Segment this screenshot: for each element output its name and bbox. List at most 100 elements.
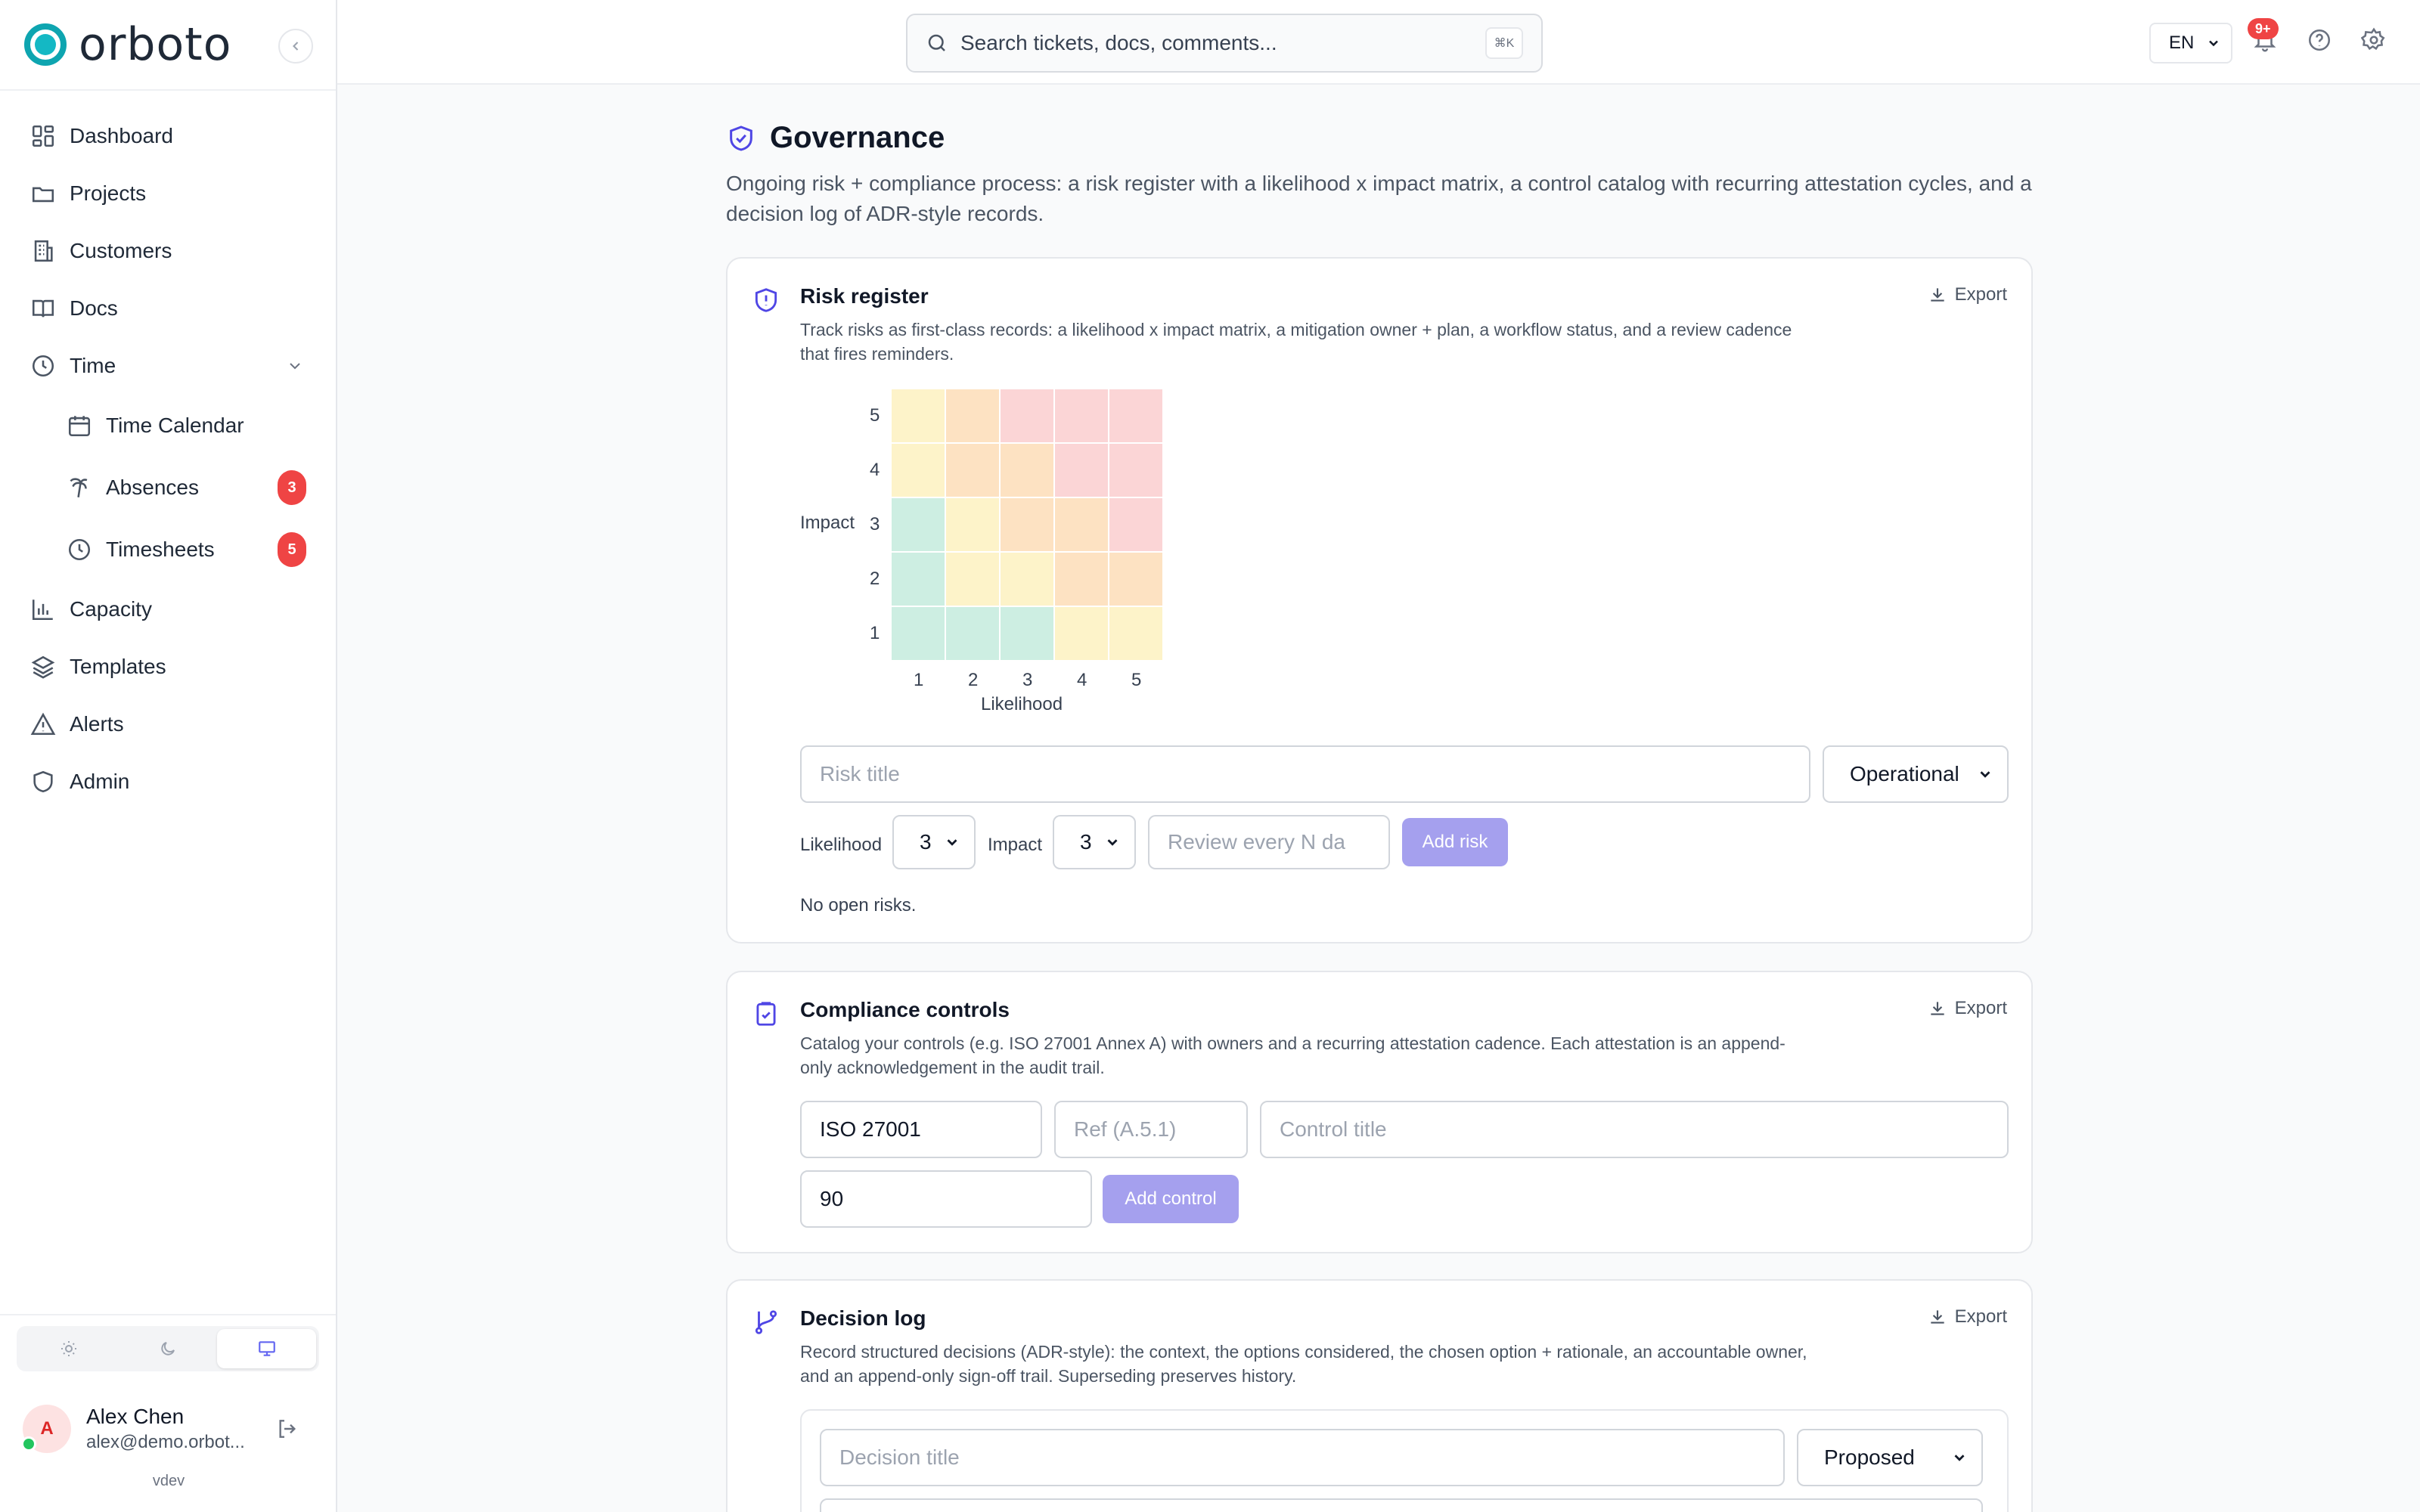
sidebar-item-templates[interactable]: Templates — [0, 638, 336, 696]
language-select[interactable]: EN — [2149, 23, 2232, 64]
likelihood-label: Likelihood — [800, 835, 883, 855]
shield-icon — [33, 770, 53, 793]
chevron-down-icon — [1954, 1455, 1965, 1461]
decision-log-description: Record structured decisions (ADR-style):… — [800, 1342, 1807, 1386]
decision-title-input[interactable]: Decision title — [820, 1429, 1785, 1486]
topbar: Search tickets, docs, comments... ⌘K EN … — [337, 0, 2420, 85]
user-email: alex@demo.orbot... — [86, 1432, 245, 1452]
sidebar-item-label: Alerts — [70, 712, 124, 736]
sidebar-nav: Dashboard Projects Customers Docs Time T… — [0, 91, 336, 810]
absences-count-badge: 3 — [278, 470, 306, 505]
export-label: Export — [1954, 1306, 2007, 1327]
sidebar-item-label: Capacity — [70, 597, 152, 621]
matrix-cell — [1054, 552, 1109, 606]
likelihood-tick-label: 1 — [914, 670, 924, 690]
controls-export-button[interactable]: Export — [1928, 998, 2007, 1019]
sidebar-item-label: Time Calendar — [106, 414, 244, 437]
matrix-cell — [1109, 552, 1163, 606]
framework-input[interactable]: ISO 27001 — [800, 1101, 1042, 1158]
add-control-button[interactable]: Add control — [1103, 1175, 1239, 1223]
likelihood-select[interactable]: 3 — [892, 815, 976, 869]
user-name: Alex Chen — [86, 1405, 185, 1428]
avatar-initial: A — [40, 1418, 54, 1439]
help-button[interactable] — [2307, 27, 2332, 57]
impact-tick-label: 1 — [870, 623, 880, 643]
matrix-cell — [1109, 389, 1163, 443]
decision-export-button[interactable]: Export — [1928, 1306, 2007, 1328]
add-risk-button[interactable]: Add risk — [1402, 818, 1508, 866]
sidebar-item-label: Admin — [70, 770, 130, 793]
decision-context-input[interactable] — [820, 1498, 1983, 1512]
monitor-icon — [258, 1341, 275, 1356]
matrix-cell — [1000, 443, 1054, 497]
sidebar-item-label: Dashboard — [70, 124, 173, 147]
logout-button[interactable] — [275, 1417, 299, 1445]
notifications-badge: 9+ — [2248, 18, 2279, 39]
app-version: vdev — [152, 1473, 185, 1489]
sidebar-item-alerts[interactable]: Alerts — [0, 696, 336, 753]
risk-category-select[interactable]: Operational — [1823, 745, 2009, 803]
dashboard-icon — [32, 125, 54, 147]
sidebar-item-time-calendar[interactable]: Time Calendar — [0, 395, 336, 457]
clock-icon — [68, 538, 91, 561]
sidebar-item-docs[interactable]: Docs — [0, 280, 336, 337]
compliance-controls-description: Catalog your controls (e.g. ISO 27001 An… — [800, 1033, 1786, 1077]
review-cadence-placeholder: Review every N da — [1168, 830, 1345, 854]
matrix-cell — [1054, 497, 1109, 552]
sidebar-item-label: Templates — [70, 655, 166, 678]
sidebar-item-dashboard[interactable]: Dashboard — [0, 107, 336, 165]
help-circle-icon — [2308, 29, 2331, 51]
impact-value: 3 — [1080, 830, 1092, 854]
matrix-cell — [1000, 606, 1054, 661]
sidebar-item-absences[interactable]: Absences 3 — [0, 457, 336, 519]
matrix-cell — [891, 497, 945, 552]
avatar[interactable]: A — [21, 1405, 71, 1453]
decision-status-select[interactable]: Proposed — [1797, 1429, 1983, 1486]
sidebar-item-customers[interactable]: Customers — [0, 222, 336, 280]
risk-export-button[interactable]: Export — [1928, 284, 2007, 305]
sidebar-item-projects[interactable]: Projects — [0, 165, 336, 222]
book-icon — [32, 299, 54, 318]
control-ref-input[interactable]: Ref (A.5.1) — [1054, 1101, 1248, 1158]
clock-icon — [32, 355, 54, 377]
gear-icon — [2360, 27, 2385, 51]
decision-title-placeholder: Decision title — [839, 1445, 960, 1469]
sidebar-item-admin[interactable]: Admin — [0, 753, 336, 810]
export-label: Export — [1954, 998, 2007, 1018]
sidebar-item-label: Time — [70, 354, 116, 377]
bar-chart-icon — [32, 600, 53, 621]
online-status-dot — [21, 1436, 36, 1452]
settings-button[interactable] — [2360, 27, 2387, 57]
impact-select[interactable]: 3 — [1053, 815, 1136, 869]
likelihood-tick-label: 2 — [968, 670, 979, 690]
page-header: Governance Ongoing risk + compliance pro… — [726, 121, 2033, 229]
impact-label: Impact — [988, 835, 1043, 855]
matrix-cell — [1109, 497, 1163, 552]
matrix-cell — [891, 443, 945, 497]
logo-text: orboto — [79, 18, 232, 71]
collapse-sidebar-button[interactable] — [278, 29, 313, 64]
review-cadence-input[interactable]: Review every N da — [1148, 815, 1390, 869]
matrix-cell — [891, 552, 945, 606]
attestation-cadence-input[interactable]: 90 — [800, 1170, 1092, 1228]
matrix-cell — [1109, 606, 1163, 661]
theme-system-button[interactable] — [217, 1329, 317, 1368]
sidebar-item-timesheets[interactable]: Timesheets 5 — [0, 519, 336, 581]
control-title-placeholder: Control title — [1280, 1117, 1387, 1141]
sidebar-item-capacity[interactable]: Capacity — [0, 581, 336, 638]
sidebar-item-time[interactable]: Time — [0, 337, 336, 395]
matrix-y-axis-label: Impact — [800, 513, 855, 533]
search-input[interactable]: Search tickets, docs, comments... ⌘K — [906, 14, 1543, 73]
theme-dark-button[interactable] — [119, 1329, 218, 1368]
sun-icon — [61, 1341, 77, 1356]
theme-light-button[interactable] — [20, 1329, 119, 1368]
matrix-cell — [945, 497, 1000, 552]
layers-icon — [31, 655, 55, 679]
sidebar-item-label: Projects — [70, 181, 147, 205]
control-title-input[interactable]: Control title — [1260, 1101, 2009, 1158]
matrix-cell — [945, 389, 1000, 443]
sidebar-item-label: Absences — [106, 476, 199, 499]
risk-title-input[interactable]: Risk title — [800, 745, 1810, 803]
sidebar-divider — [0, 1314, 336, 1315]
download-icon — [1930, 288, 1944, 302]
